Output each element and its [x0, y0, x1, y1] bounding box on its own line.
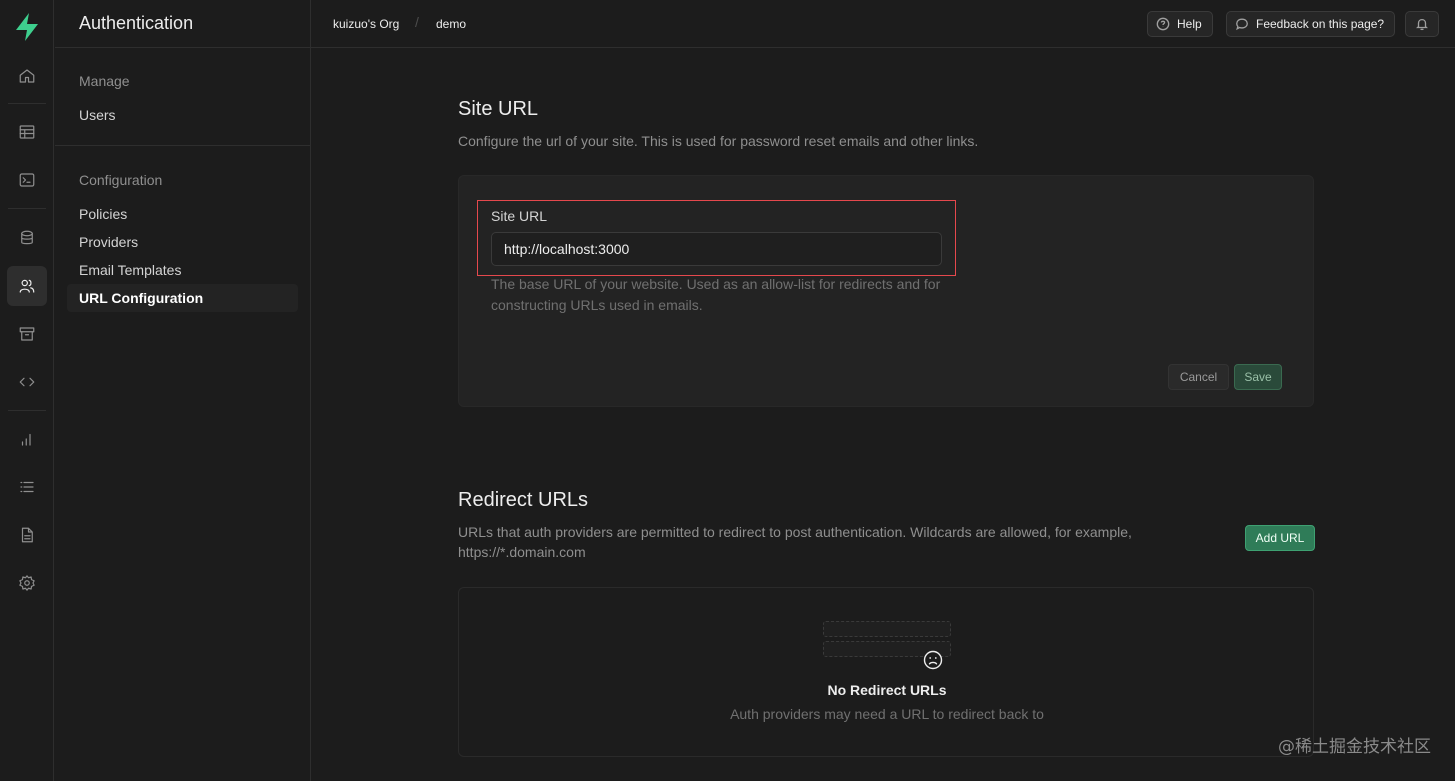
chart-icon[interactable]	[7, 419, 47, 459]
add-url-button[interactable]: Add URL	[1245, 525, 1315, 551]
section-heading-configuration: Configuration	[79, 172, 163, 188]
configuration-section: Configuration Policies Providers Email T…	[55, 145, 310, 328]
breadcrumb-project[interactable]: demo	[436, 17, 466, 31]
rail-divider	[8, 103, 46, 104]
terminal-icon[interactable]	[7, 160, 47, 200]
sidebar-item-policies[interactable]: Policies	[67, 200, 298, 228]
code-icon[interactable]	[7, 362, 47, 402]
message-icon	[1236, 18, 1248, 31]
sidebar-item-url-configuration[interactable]: URL Configuration	[67, 284, 298, 312]
help-button[interactable]: Help	[1147, 11, 1213, 37]
redirect-urls-empty-state: No Redirect URLs Auth providers may need…	[458, 587, 1314, 757]
bell-icon	[1416, 18, 1428, 31]
icon-rail	[0, 0, 54, 781]
save-button[interactable]: Save	[1234, 364, 1282, 390]
redirect-urls-description-line1: URLs that auth providers are permitted t…	[458, 524, 1132, 540]
sidebar-menu: Authentication Manage Users Configuratio…	[55, 0, 311, 781]
site-url-field-label: Site URL	[491, 208, 548, 224]
watermark: @稀土掘金技术社区	[1278, 737, 1431, 757]
sidebar-item-providers[interactable]: Providers	[67, 228, 298, 256]
section-heading-manage: Manage	[79, 73, 130, 89]
main-content: Site URL Configure the url of your site.…	[311, 49, 1455, 781]
archive-icon[interactable]	[7, 314, 47, 354]
notifications-button[interactable]	[1405, 11, 1439, 37]
list-icon[interactable]	[7, 467, 47, 507]
sidebar-title: Authentication	[55, 0, 310, 48]
settings-icon[interactable]	[7, 563, 47, 603]
cancel-button[interactable]: Cancel	[1168, 364, 1229, 390]
breadcrumb-org[interactable]: kuizuo's Org	[333, 17, 399, 31]
breadcrumb-separator: /	[415, 14, 419, 30]
rail-divider	[8, 208, 46, 209]
sidebar-item-email-templates[interactable]: Email Templates	[67, 256, 298, 284]
manage-section: Manage Users	[55, 48, 310, 145]
feedback-button[interactable]: Feedback on this page?	[1226, 11, 1396, 37]
feedback-label: Feedback on this page?	[1256, 17, 1385, 31]
site-url-input[interactable]	[491, 232, 942, 266]
rail-divider	[8, 410, 46, 411]
redirect-urls-heading: Redirect URLs	[458, 489, 589, 511]
document-icon[interactable]	[7, 515, 47, 555]
sidebar-item-users[interactable]: Users	[67, 101, 298, 129]
brand-logo-icon[interactable]	[14, 12, 40, 42]
site-url-description: Configure the url of your site. This is …	[458, 133, 979, 149]
users-icon[interactable]	[7, 266, 47, 306]
placeholder-row	[823, 621, 951, 637]
redirect-urls-description: URLs that auth providers are permitted t…	[458, 522, 1132, 562]
redirect-urls-description-line2: https://*.domain.com	[458, 544, 586, 560]
empty-state-title: No Redirect URLs	[827, 682, 947, 698]
home-icon[interactable]	[7, 56, 47, 96]
database-icon[interactable]	[7, 218, 47, 258]
sad-face-icon	[923, 650, 943, 670]
table-icon[interactable]	[7, 112, 47, 152]
help-label: Help	[1177, 17, 1202, 31]
help-icon	[1156, 17, 1170, 31]
site-url-heading: Site URL	[458, 98, 539, 120]
site-url-help-text: The base URL of your website. Used as an…	[491, 276, 941, 313]
site-url-card: Site URL The base URL of your website. U…	[458, 175, 1314, 407]
empty-state-subtitle: Auth providers may need a URL to redirec…	[730, 706, 1044, 722]
top-bar: kuizuo's Org / demo Help Feedback on thi…	[311, 0, 1455, 48]
